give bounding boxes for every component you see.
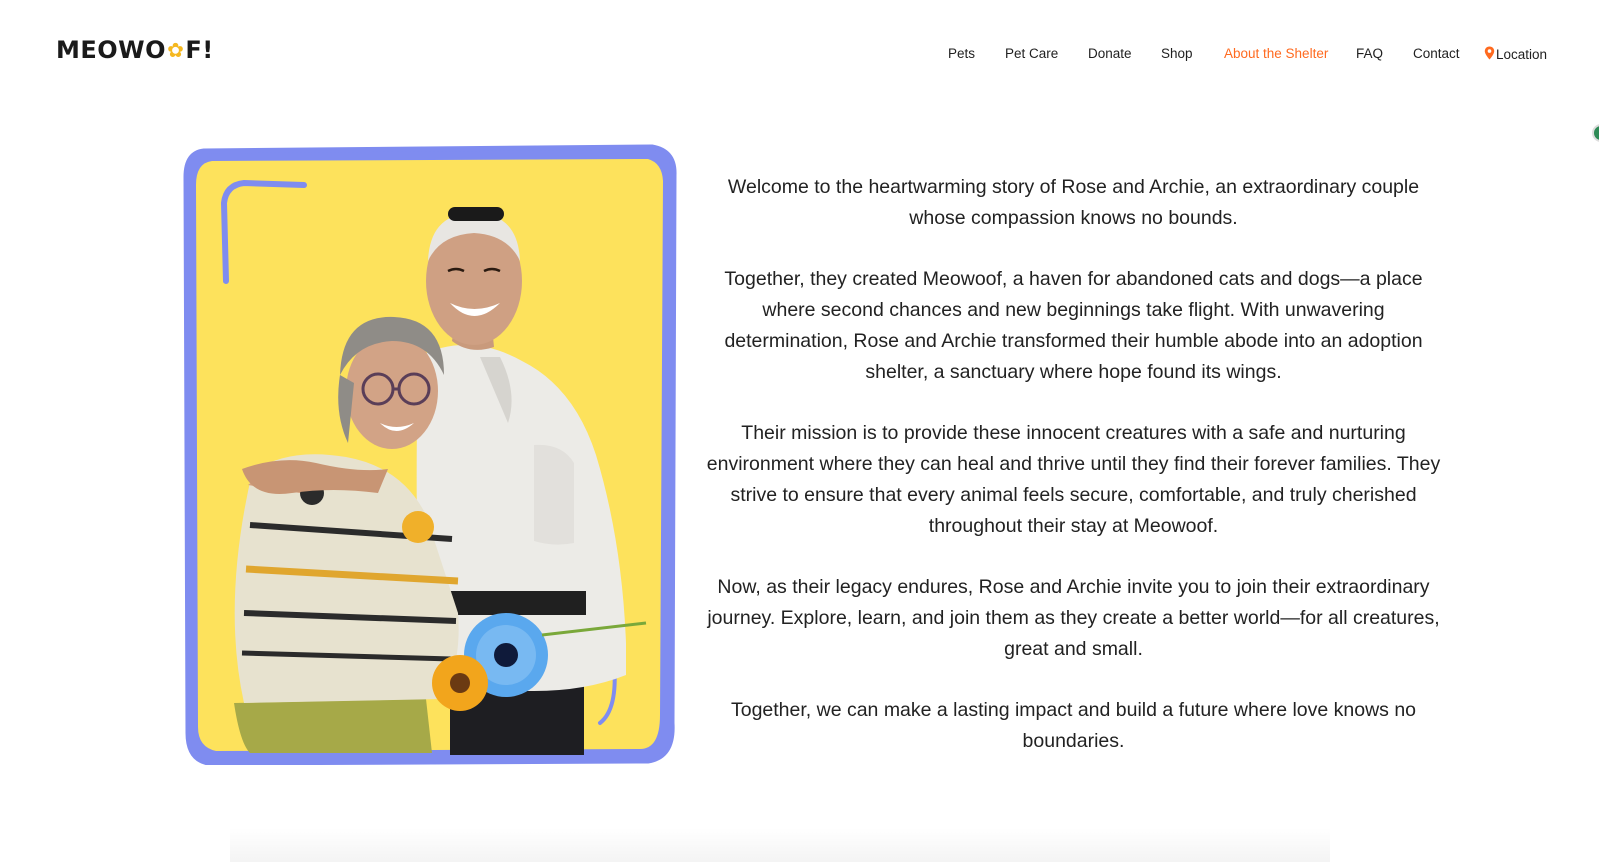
nav-contact[interactable]: Contact: [1413, 46, 1460, 61]
story-paragraph-legacy: Now, as their legacy endures, Rose and A…: [707, 576, 1440, 660]
story-paragraph-mission: Their mission is to provide these innoce…: [706, 422, 1441, 537]
story-paragraph-origin: Together, they created Meowoof, a haven …: [724, 268, 1423, 383]
section-divider: [230, 828, 1330, 862]
nav-location-label: Location: [1496, 47, 1548, 62]
nav-about-the-shelter[interactable]: About the Shelter: [1224, 46, 1328, 61]
nav-donate[interactable]: Donate: [1088, 46, 1132, 61]
floating-widget-icon[interactable]: [1592, 124, 1599, 142]
site-header: MEOWO ✿ F! Pets Pet Care Donate Shop About…: [0, 0, 1599, 100]
founders-photo-frame: [182, 143, 678, 765]
nav-pets[interactable]: Pets: [948, 46, 975, 61]
story-paragraph-closing: Together, we can make a lasting impact a…: [730, 699, 1417, 752]
founders-photo: [183, 144, 677, 765]
main-nav: Pets Pet Care Donate Shop About the Shel…: [0, 46, 1599, 66]
story-paragraph-welcome: Welcome to the heartwarming story of Ros…: [727, 176, 1420, 229]
nav-faq[interactable]: FAQ: [1356, 46, 1383, 61]
nav-pet-care[interactable]: Pet Care: [1005, 46, 1058, 61]
map-pin-icon: [1484, 46, 1495, 60]
nav-location[interactable]: Location: [1484, 46, 1547, 62]
nav-shop[interactable]: Shop: [1161, 46, 1193, 61]
shelter-story: Welcome to the heartwarming story of Ros…: [706, 172, 1441, 787]
